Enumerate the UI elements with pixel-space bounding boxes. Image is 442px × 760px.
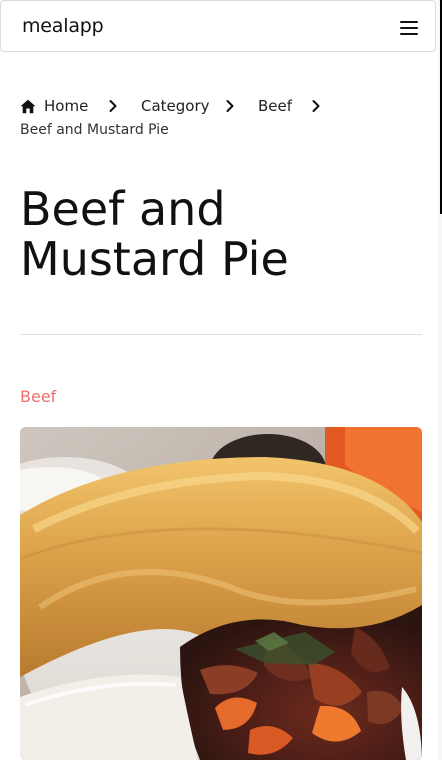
hamburger-menu-icon[interactable] [399,19,419,37]
menu-line [400,33,418,35]
breadcrumb-category-link[interactable]: Category [141,94,210,118]
divider [20,334,422,335]
menu-line [400,21,418,23]
meal-photo [20,427,422,760]
brand-logo[interactable]: mealapp [22,15,104,37]
meal-detail-page: mealapp Home Category Beef Beef and Must… [0,0,442,760]
breadcrumb-home-label: Home [44,97,89,115]
meal-image [20,427,422,760]
page-title: Beef and Mustard Pie [20,182,289,286]
breadcrumb-beef-link[interactable]: Beef [258,94,292,118]
breadcrumb-home-link[interactable]: Home [20,94,88,118]
top-navbar: mealapp [0,0,436,52]
chevron-right-icon [312,100,320,112]
home-icon [20,99,36,113]
chevron-right-icon [226,100,234,112]
menu-line [400,27,418,29]
breadcrumb-current: Beef and Mustard Pie [20,122,169,138]
category-tag-link[interactable]: Beef [20,386,56,408]
scrollbar-track[interactable] [438,0,442,760]
chevron-right-icon [109,100,117,112]
